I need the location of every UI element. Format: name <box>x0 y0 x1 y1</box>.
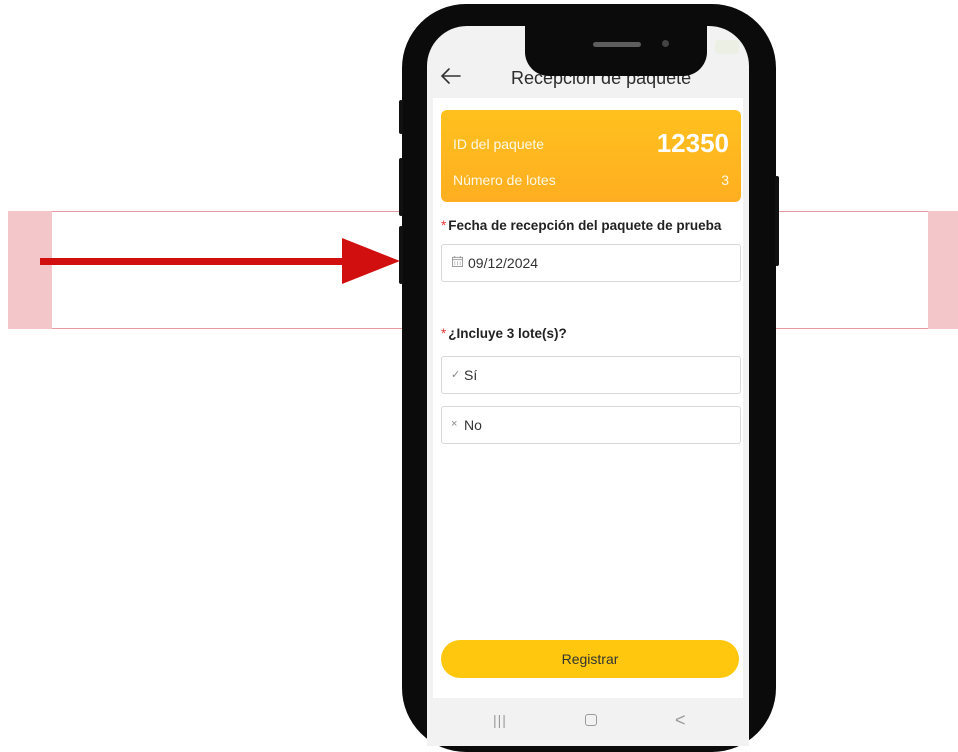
android-nav-bar: ||| < <box>427 698 749 746</box>
includes-lots-label: * ¿Incluye 3 lote(s)? <box>441 326 567 341</box>
form-content: ID del paquete 12350 Número de lotes 3 *… <box>433 98 743 698</box>
calendar-icon <box>452 256 463 267</box>
includes-lots-text: ¿Incluye 3 lote(s)? <box>448 326 567 341</box>
required-mark: * <box>441 326 447 341</box>
highlight-band-right <box>928 211 958 329</box>
package-summary-card: ID del paquete 12350 Número de lotes 3 <box>441 110 741 202</box>
date-value: 09/12/2024 <box>468 255 539 271</box>
option-no-label: No <box>464 417 482 433</box>
option-no[interactable]: × No <box>441 406 741 444</box>
home-icon[interactable] <box>585 714 597 726</box>
annotation-arrow-head <box>342 238 400 284</box>
package-id-label: ID del paquete <box>453 136 545 152</box>
speaker-grille <box>593 42 641 47</box>
option-yes-label: Sí <box>464 367 478 383</box>
phone-notch <box>525 26 707 76</box>
annotation-arrow-shaft <box>40 258 350 265</box>
phone-side-button-2 <box>399 158 403 216</box>
phone-side-button-1 <box>399 100 403 134</box>
back-arrow-icon[interactable] <box>439 64 463 88</box>
lots-count-label: Número de lotes <box>453 172 556 188</box>
nav-back-icon[interactable]: < <box>675 710 686 731</box>
cross-icon: × <box>451 418 458 430</box>
date-field-label: * Fecha de recepción del paquete de prueb… <box>441 218 721 233</box>
option-yes[interactable]: ✓ Sí <box>441 356 741 394</box>
reception-date-input[interactable]: 09/12/2024 <box>441 244 741 282</box>
check-icon: ✓ <box>451 369 461 381</box>
highlight-band-left <box>8 211 52 329</box>
lots-count-value: 3 <box>721 172 729 188</box>
phone-power-button <box>775 176 779 266</box>
date-label-text: Fecha de recepción del paquete de prueba <box>448 218 722 233</box>
phone-screen: Recepción de paquete ID del paquete 1235… <box>427 26 749 746</box>
register-button[interactable]: Registrar <box>441 640 739 678</box>
package-id-value: 12350 <box>656 128 729 158</box>
status-indicator <box>715 40 739 54</box>
phone-frame: Recepción de paquete ID del paquete 1235… <box>399 4 779 752</box>
front-camera <box>662 40 669 47</box>
required-mark: * <box>441 218 447 233</box>
recent-apps-icon[interactable]: ||| <box>493 712 507 728</box>
